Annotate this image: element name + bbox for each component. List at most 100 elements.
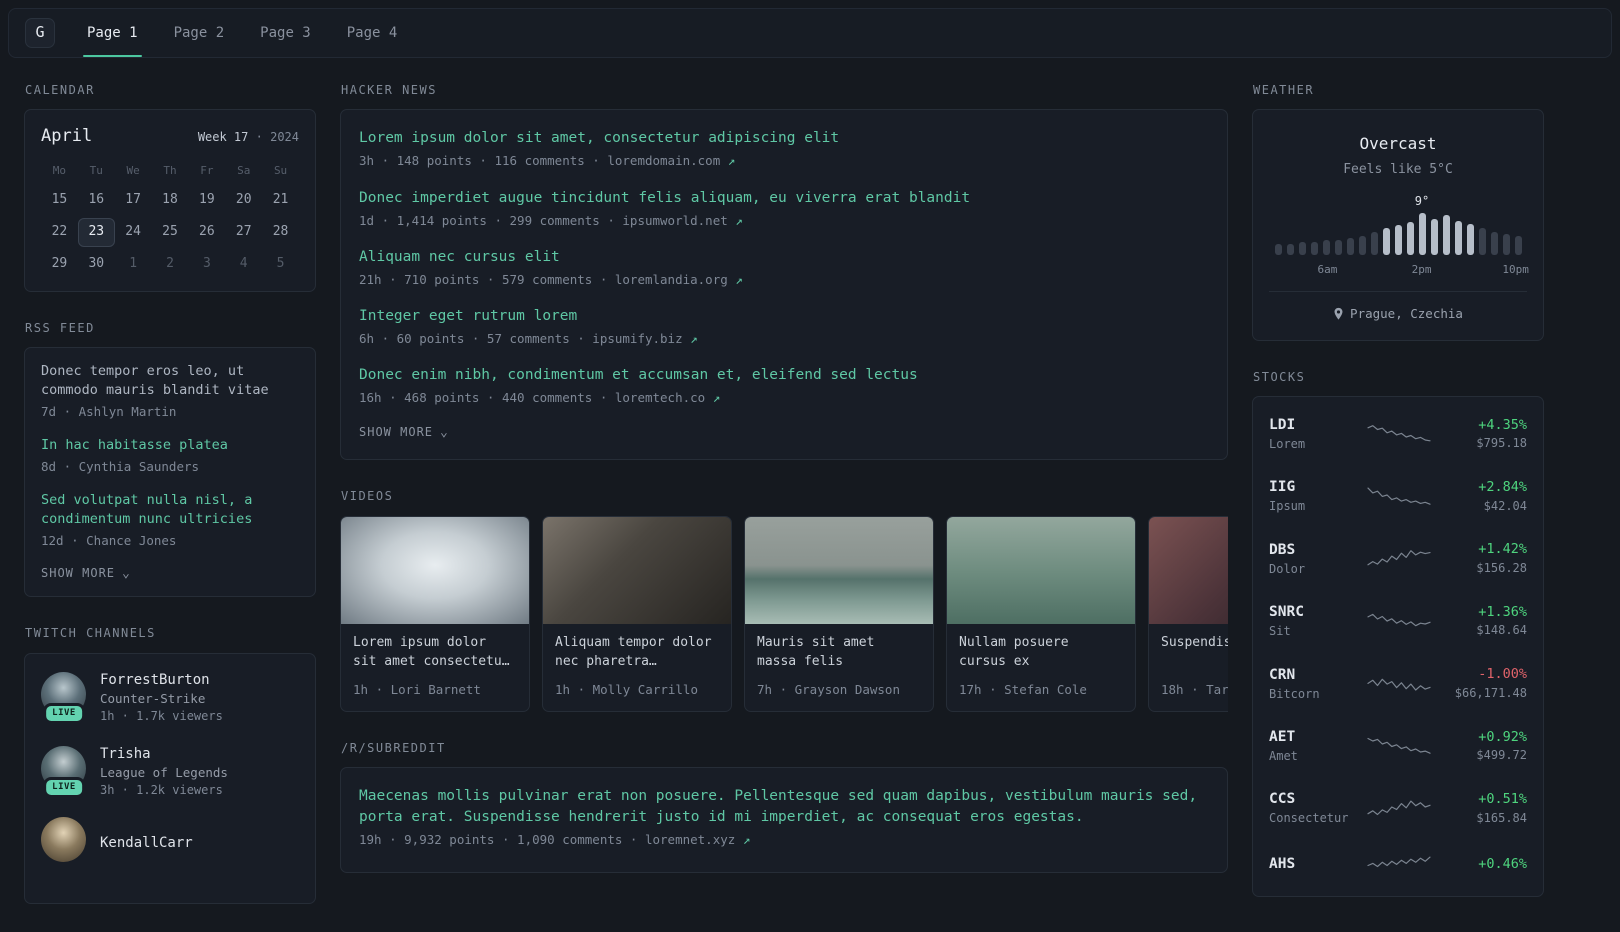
hackernews-item[interactable]: Aliquam nec cursus elit 21h · 710 points… xyxy=(359,247,1209,289)
calendar-day[interactable]: 27 xyxy=(225,218,262,247)
calendar-day[interactable]: 5 xyxy=(262,250,299,279)
weather-time-label: 2pm xyxy=(1411,263,1432,277)
calendar-weekday: We xyxy=(126,164,140,178)
calendar-day[interactable]: 23 xyxy=(77,217,115,247)
twitch-channel-info: KendallCarr xyxy=(100,833,193,853)
twitch-channel-row[interactable]: LIVE ForrestBurton Counter-Strike 1h · 1… xyxy=(41,670,299,726)
calendar-day[interactable]: 24 xyxy=(115,218,152,247)
rss-item[interactable]: Donec tempor eros leo, ut commodo mauris… xyxy=(41,362,299,421)
stock-row[interactable]: AHS +0.46% xyxy=(1269,840,1527,890)
weather-feels-like: Feels like 5°C xyxy=(1343,161,1453,177)
calendar-day[interactable]: 28 xyxy=(262,218,299,247)
twitch-channel-row[interactable]: LIVE KendallCarr xyxy=(41,817,299,869)
stock-name: Lorem xyxy=(1269,436,1306,451)
calendar-day[interactable]: 16 xyxy=(78,186,115,215)
hackernews-item[interactable]: Integer eget rutrum lorem 6h · 60 points… xyxy=(359,306,1209,348)
stock-name: Amet xyxy=(1269,748,1298,763)
weather-hour-bar xyxy=(1454,221,1462,256)
rss-item-title[interactable]: In hac habitasse platea xyxy=(41,436,299,456)
calendar-day[interactable]: 30 xyxy=(78,250,115,279)
hackernews-item-meta: 16h · 468 points · 440 comments · loremt… xyxy=(359,389,1209,407)
video-thumbnail[interactable] xyxy=(745,516,933,624)
videos-section-title: VIDEOS xyxy=(341,489,394,504)
hackernews-show-more-button[interactable]: SHOW MORE ⌄ xyxy=(359,424,1209,441)
twitch-channel-name[interactable]: Trisha xyxy=(100,744,228,764)
hackernews-item-title[interactable]: Aliquam nec cursus elit xyxy=(359,247,1209,268)
tab-page-2[interactable]: Page 2 xyxy=(168,9,231,57)
rss-item[interactable]: Sed volutpat nulla nisl, a condimentum n… xyxy=(41,491,299,550)
calendar-day[interactable]: 19 xyxy=(188,186,225,215)
video-title[interactable]: Nullam posuere cursus ex xyxy=(959,634,1123,672)
stock-change: +4.35% xyxy=(1478,416,1527,433)
calendar-day[interactable]: 22 xyxy=(41,218,78,247)
calendar-day[interactable]: 21 xyxy=(262,186,299,215)
stock-row[interactable]: IIG Ipsum +2.84% $42.04 xyxy=(1269,465,1527,527)
hackernews-item-title[interactable]: Donec enim nibh, condimentum et accumsan… xyxy=(359,365,1209,386)
calendar-day[interactable]: 4 xyxy=(225,250,262,279)
stock-symbol: LDI xyxy=(1269,416,1296,433)
stock-symbol: AHS xyxy=(1269,856,1296,873)
weather-bar-slot xyxy=(1382,228,1390,256)
video-card-body: Lorem ipsum dolor sit amet consectetu… 1… xyxy=(341,624,529,711)
chevron-down-icon: ⌄ xyxy=(440,424,449,440)
hackernews-item-title[interactable]: Donec imperdiet augue tincidunt felis al… xyxy=(359,188,1209,209)
video-card[interactable]: Aliquam tempor dolor nec pharetra… 1h · … xyxy=(542,515,732,712)
stock-row[interactable]: LDI Lorem +4.35% $795.18 xyxy=(1269,403,1527,465)
twitch-avatar-wrap: LIVE xyxy=(41,817,87,869)
subreddit-post[interactable]: Maecenas mollis pulvinar erat non posuer… xyxy=(359,786,1209,849)
calendar-day[interactable]: 18 xyxy=(152,186,189,215)
stock-name: Ipsum xyxy=(1269,499,1306,514)
video-thumbnail[interactable] xyxy=(947,516,1135,624)
hackernews-item[interactable]: Donec enim nibh, condimentum et accumsan… xyxy=(359,365,1209,407)
video-title[interactable]: Lorem ipsum dolor sit amet consectetu… xyxy=(353,634,517,672)
video-card[interactable]: Suspendisse diam 18h · Tara xyxy=(1148,515,1228,712)
stock-sparkline-wrap xyxy=(1367,671,1431,697)
stock-row[interactable]: CRN Bitcorn -1.00% $66,171.48 xyxy=(1269,653,1527,715)
hackernews-item[interactable]: Donec imperdiet augue tincidunt felis al… xyxy=(359,188,1209,230)
video-title[interactable]: Aliquam tempor dolor nec pharetra… xyxy=(555,634,719,672)
calendar-day[interactable]: 29 xyxy=(41,250,78,279)
subreddit-post-title[interactable]: Maecenas mollis pulvinar erat non posuer… xyxy=(359,786,1209,828)
video-card[interactable]: Lorem ipsum dolor sit amet consectetu… 1… xyxy=(340,515,530,712)
hackernews-item-meta: 21h · 710 points · 579 comments · loreml… xyxy=(359,271,1209,289)
stock-row[interactable]: SNRC Sit +1.36% $148.64 xyxy=(1269,590,1527,652)
stock-row[interactable]: DBS Dolor +1.42% $156.28 xyxy=(1269,528,1527,590)
calendar-day[interactable]: 17 xyxy=(115,186,152,215)
calendar-day[interactable]: 25 xyxy=(152,218,189,247)
twitch-channel-meta: 1h · 1.7k viewers xyxy=(100,709,223,724)
rss-item-title[interactable]: Donec tempor eros leo, ut commodo mauris… xyxy=(41,362,299,401)
rss-item-title[interactable]: Sed volutpat nulla nisl, a condimentum n… xyxy=(41,491,299,530)
calendar-day[interactable]: 1 xyxy=(115,250,152,279)
calendar-day[interactable]: 20 xyxy=(225,186,262,215)
app-logo[interactable]: G xyxy=(25,18,55,48)
stock-row[interactable]: AET Amet +0.92% $499.72 xyxy=(1269,715,1527,777)
external-link-icon: ↗ xyxy=(742,832,751,848)
stock-row[interactable]: CCS Consectetur +0.51% $165.84 xyxy=(1269,777,1527,839)
rss-item[interactable]: In hac habitasse platea 8d · Cynthia Sau… xyxy=(41,436,299,476)
video-thumbnail[interactable] xyxy=(1149,516,1228,624)
video-card[interactable]: Nullam posuere cursus ex 17h · Stefan Co… xyxy=(946,515,1136,712)
video-card[interactable]: Mauris sit amet massa felis 7h · Grayson… xyxy=(744,515,934,712)
hackernews-item-meta-text: 3h · 148 points · 116 comments · loremdo… xyxy=(359,153,721,169)
calendar-day[interactable]: 3 xyxy=(188,250,225,279)
stock-id: DBS Dolor xyxy=(1269,540,1367,578)
calendar-day[interactable]: 15 xyxy=(41,186,78,215)
stock-sparkline-wrap xyxy=(1367,484,1431,510)
hackernews-item[interactable]: Lorem ipsum dolor sit amet, consectetur … xyxy=(359,128,1209,170)
twitch-channel-name[interactable]: ForrestBurton xyxy=(100,670,223,690)
tab-page-1[interactable]: Page 1 xyxy=(81,9,144,57)
hackernews-item-title[interactable]: Lorem ipsum dolor sit amet, consectetur … xyxy=(359,128,1209,149)
calendar-day[interactable]: 2 xyxy=(152,250,189,279)
video-title[interactable]: Mauris sit amet massa felis xyxy=(757,634,921,672)
tab-page-3[interactable]: Page 3 xyxy=(254,9,317,57)
top-bar: G Page 1 Page 2 Page 3 Page 4 xyxy=(8,8,1612,58)
twitch-channel-row[interactable]: LIVE Trisha League of Legends 3h · 1.2k … xyxy=(41,744,299,800)
hackernews-item-title[interactable]: Integer eget rutrum lorem xyxy=(359,306,1209,327)
twitch-channel-name[interactable]: KendallCarr xyxy=(100,833,193,853)
video-thumbnail[interactable] xyxy=(543,516,731,624)
rss-show-more-button[interactable]: SHOW MORE ⌄ xyxy=(41,565,299,582)
video-thumbnail[interactable] xyxy=(341,516,529,624)
calendar-day[interactable]: 26 xyxy=(188,218,225,247)
tab-page-4[interactable]: Page 4 xyxy=(341,9,404,57)
video-title[interactable]: Suspendisse diam xyxy=(1161,634,1228,672)
